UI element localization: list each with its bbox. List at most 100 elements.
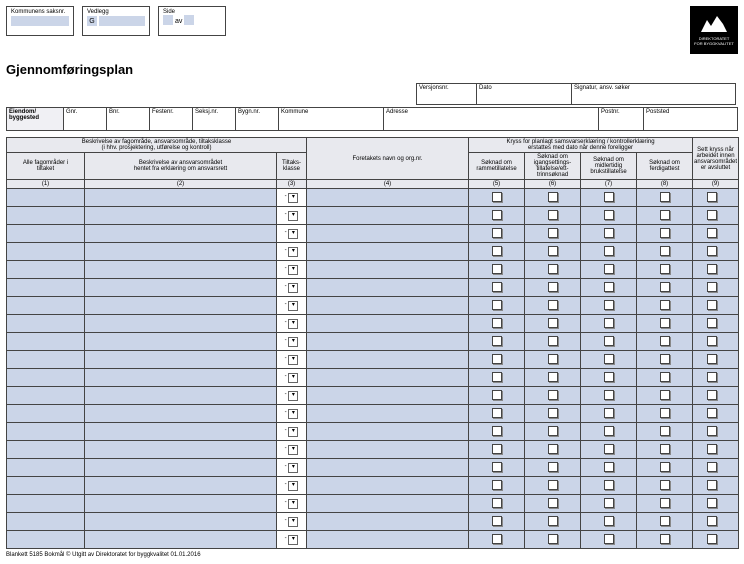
cell-avsluttet[interactable] (693, 243, 739, 261)
cell-igang[interactable] (525, 441, 581, 459)
cell-ferdig[interactable] (637, 207, 693, 225)
cell-ramme[interactable] (469, 513, 525, 531)
cell-igang[interactable] (525, 369, 581, 387)
check-ferdig[interactable] (660, 300, 670, 310)
cell-igang[interactable] (525, 261, 581, 279)
check-midl[interactable] (604, 282, 614, 292)
cell-ansvarsomrade[interactable] (85, 459, 277, 477)
check-ferdig[interactable] (660, 210, 670, 220)
cell-midl[interactable] (581, 189, 637, 207)
cell-avsluttet[interactable] (693, 279, 739, 297)
check-avsluttet[interactable] (707, 354, 717, 364)
cell-igang[interactable] (525, 297, 581, 315)
cell-fagomrade[interactable] (7, 207, 85, 225)
cell-fagomrade[interactable] (7, 315, 85, 333)
check-avsluttet[interactable] (707, 246, 717, 256)
check-midl[interactable] (604, 192, 614, 202)
check-ramme[interactable] (492, 498, 502, 508)
check-igang[interactable] (548, 426, 558, 436)
cell-fagomrade[interactable] (7, 369, 85, 387)
cell-ramme[interactable] (469, 459, 525, 477)
check-igang[interactable] (548, 462, 558, 472)
cell-ferdig[interactable] (637, 441, 693, 459)
check-avsluttet[interactable] (707, 264, 717, 274)
cell-ferdig[interactable] (637, 261, 693, 279)
check-igang[interactable] (548, 480, 558, 490)
cell-midl[interactable] (581, 369, 637, 387)
check-midl[interactable] (604, 462, 614, 472)
check-ramme[interactable] (492, 462, 502, 472)
cell-ramme[interactable] (469, 243, 525, 261)
check-igang[interactable] (548, 228, 558, 238)
check-midl[interactable] (604, 498, 614, 508)
cell-ansvarsomrade[interactable] (85, 279, 277, 297)
check-avsluttet[interactable] (707, 390, 717, 400)
cell-avsluttet[interactable] (693, 369, 739, 387)
cell-ramme[interactable] (469, 261, 525, 279)
check-avsluttet[interactable] (707, 228, 717, 238)
cell-ansvarsomrade[interactable] (85, 207, 277, 225)
cell-foretak[interactable] (307, 207, 469, 225)
check-igang[interactable] (548, 210, 558, 220)
cell-ramme[interactable] (469, 441, 525, 459)
check-midl[interactable] (604, 228, 614, 238)
cell-foretak[interactable] (307, 243, 469, 261)
cell-ferdig[interactable] (637, 351, 693, 369)
check-ramme[interactable] (492, 390, 502, 400)
cell-igang[interactable] (525, 513, 581, 531)
check-avsluttet[interactable] (707, 444, 717, 454)
cell-midl[interactable] (581, 225, 637, 243)
cell-fagomrade[interactable] (7, 495, 85, 513)
cell-fagomrade[interactable] (7, 189, 85, 207)
cell-fagomrade[interactable] (7, 513, 85, 531)
cell-igang[interactable] (525, 225, 581, 243)
check-ferdig[interactable] (660, 192, 670, 202)
dropdown-icon[interactable]: ▾ (288, 355, 298, 365)
check-ramme[interactable] (492, 210, 502, 220)
cell-igang[interactable] (525, 423, 581, 441)
check-midl[interactable] (604, 480, 614, 490)
cell-igang[interactable] (525, 333, 581, 351)
check-midl[interactable] (604, 354, 614, 364)
cell-ansvarsomrade[interactable] (85, 261, 277, 279)
cell-midl[interactable] (581, 333, 637, 351)
cell-foretak[interactable] (307, 513, 469, 531)
check-midl[interactable] (604, 210, 614, 220)
cell-fagomrade[interactable] (7, 459, 85, 477)
cell-ansvarsomrade[interactable] (85, 369, 277, 387)
vedlegg-input[interactable] (99, 16, 145, 26)
check-ferdig[interactable] (660, 336, 670, 346)
cell-ferdig[interactable] (637, 243, 693, 261)
check-midl[interactable] (604, 444, 614, 454)
check-igang[interactable] (548, 444, 558, 454)
cell-fagomrade[interactable] (7, 297, 85, 315)
cell-avsluttet[interactable] (693, 207, 739, 225)
cell-ferdig[interactable] (637, 315, 693, 333)
cell-midl[interactable] (581, 495, 637, 513)
cell-midl[interactable] (581, 405, 637, 423)
check-avsluttet[interactable] (707, 516, 717, 526)
check-ramme[interactable] (492, 426, 502, 436)
cell-avsluttet[interactable] (693, 531, 739, 549)
check-avsluttet[interactable] (707, 462, 717, 472)
check-avsluttet[interactable] (707, 534, 717, 544)
cell-midl[interactable] (581, 297, 637, 315)
check-avsluttet[interactable] (707, 336, 717, 346)
cell-avsluttet[interactable] (693, 351, 739, 369)
check-avsluttet[interactable] (707, 426, 717, 436)
cell-ferdig[interactable] (637, 279, 693, 297)
cell-igang[interactable] (525, 387, 581, 405)
check-igang[interactable] (548, 300, 558, 310)
cell-midl[interactable] (581, 441, 637, 459)
cell-ansvarsomrade[interactable] (85, 531, 277, 549)
cell-ramme[interactable] (469, 423, 525, 441)
cell-ramme[interactable] (469, 189, 525, 207)
check-ramme[interactable] (492, 318, 502, 328)
cell-midl[interactable] (581, 243, 637, 261)
cell-ansvarsomrade[interactable] (85, 423, 277, 441)
cell-foretak[interactable] (307, 279, 469, 297)
cell-fagomrade[interactable] (7, 405, 85, 423)
cell-ansvarsomrade[interactable] (85, 225, 277, 243)
cell-ramme[interactable] (469, 351, 525, 369)
check-ramme[interactable] (492, 228, 502, 238)
